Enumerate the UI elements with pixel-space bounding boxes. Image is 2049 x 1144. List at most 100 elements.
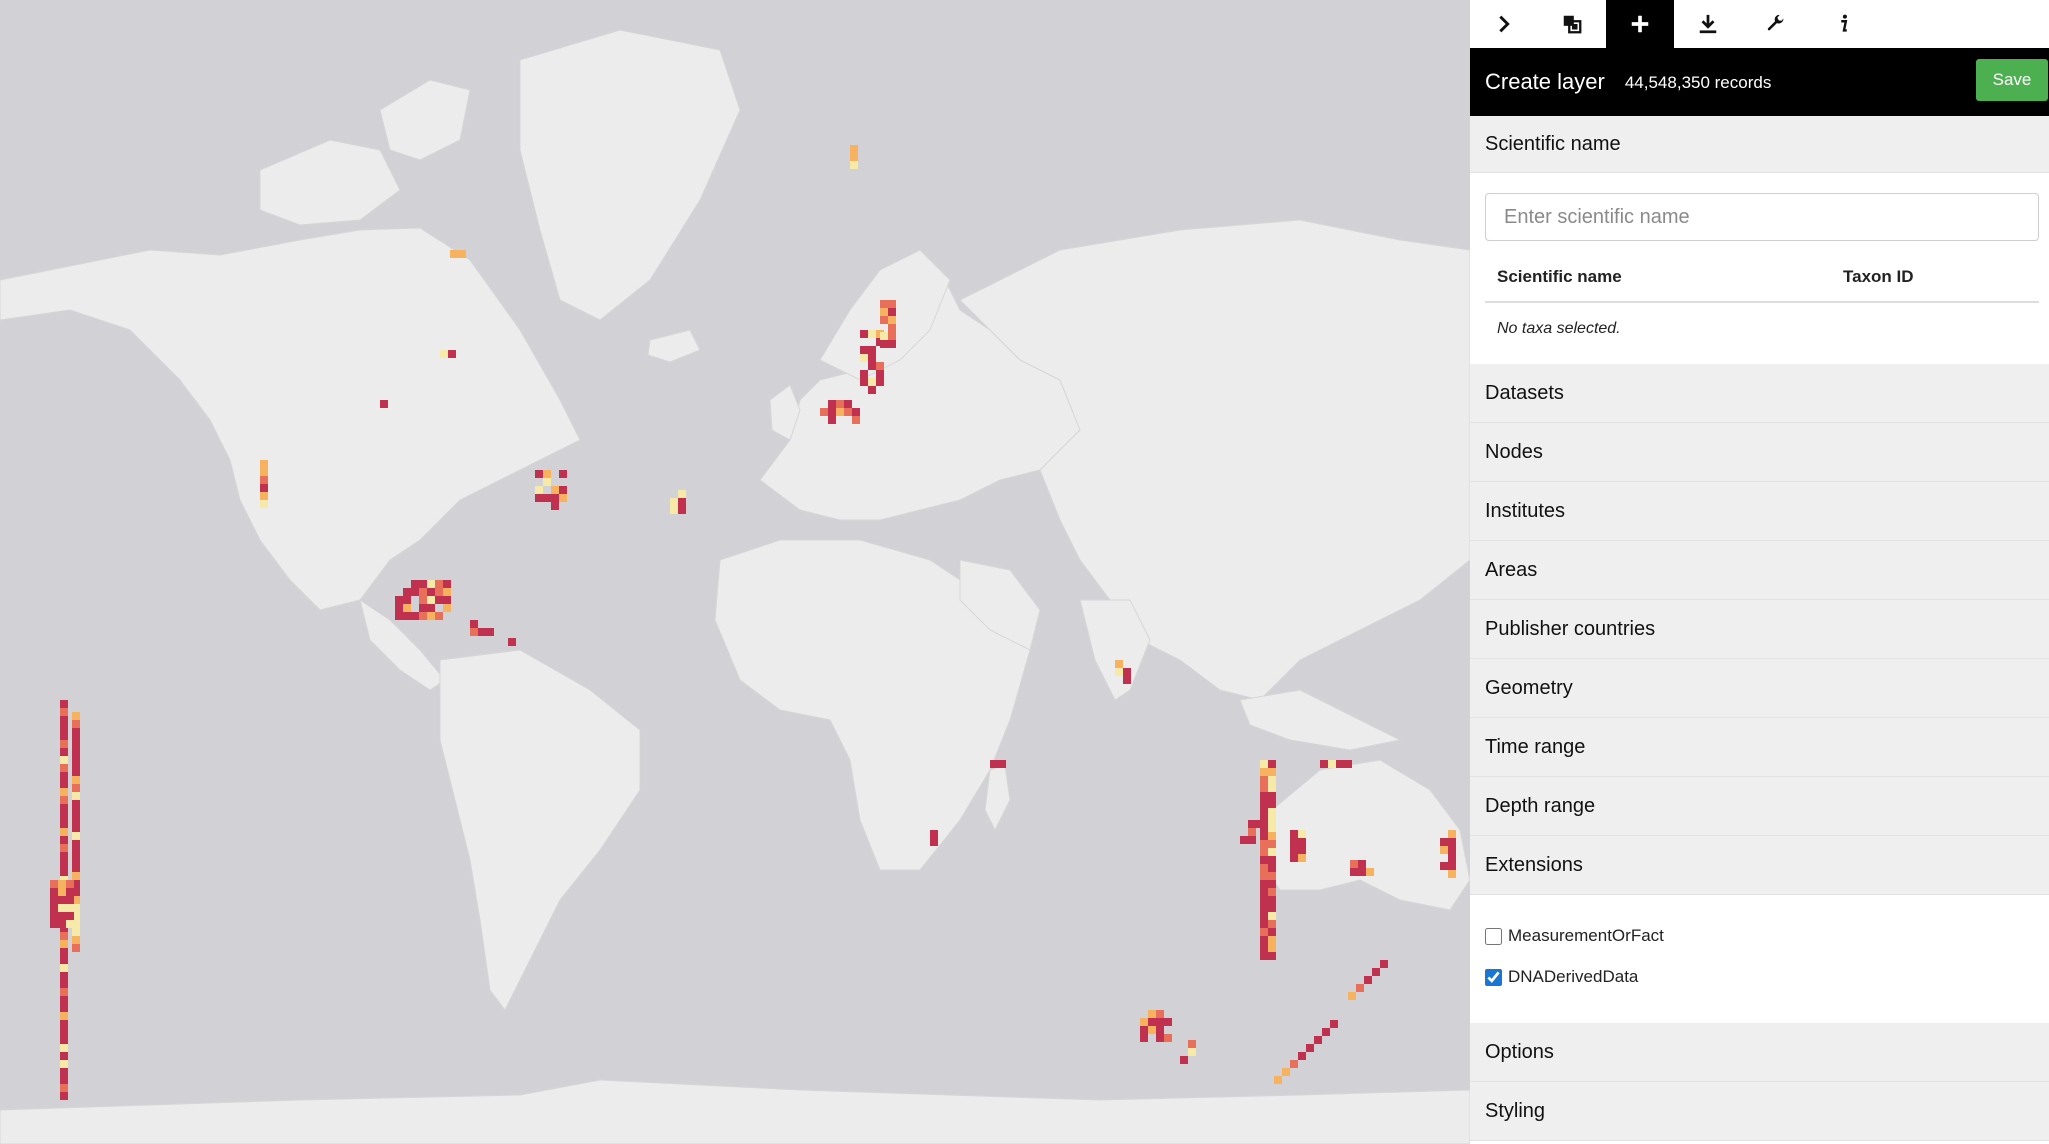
heat-cell [411, 588, 419, 596]
heat-cell [1290, 838, 1298, 846]
heat-cell [58, 904, 66, 912]
settings-button[interactable] [1742, 0, 1810, 48]
info-button[interactable] [1810, 0, 1878, 48]
heat-cell [1380, 960, 1388, 968]
heat-cell [1268, 816, 1276, 824]
section-time-range[interactable]: Time range [1470, 718, 2049, 777]
heat-cell [868, 346, 876, 354]
heat-cell [888, 340, 896, 348]
heat-cell [395, 596, 403, 604]
heat-cell [543, 470, 551, 478]
heat-cell [852, 416, 860, 424]
heat-cell [60, 1044, 68, 1052]
heat-cell [1148, 1010, 1156, 1018]
map-canvas[interactable] [0, 0, 1470, 1144]
create-layer-button[interactable] [1606, 0, 1674, 48]
section-geometry[interactable]: Geometry [1470, 659, 2049, 718]
heat-cell [1268, 904, 1276, 912]
heat-cell [72, 936, 80, 944]
heat-cell [72, 864, 80, 872]
heat-cell [880, 308, 888, 316]
heat-cell [543, 478, 551, 486]
layers-icon [1563, 15, 1582, 34]
section-datasets[interactable]: Datasets [1470, 364, 2049, 423]
heat-cell [1298, 854, 1306, 862]
section-areas[interactable]: Areas [1470, 541, 2049, 600]
dnaderiveddata-checkbox[interactable] [1485, 968, 1502, 986]
heat-cell [60, 988, 68, 996]
section-depth-range[interactable]: Depth range [1470, 777, 2049, 836]
heat-cell [1268, 808, 1276, 816]
heat-cell [860, 330, 868, 338]
heat-cell [1180, 1056, 1188, 1064]
section-options[interactable]: Options [1470, 1023, 2049, 1082]
heat-cell [448, 350, 456, 358]
heat-cell [72, 944, 80, 952]
heat-cell [72, 800, 80, 808]
heat-cell [1164, 1018, 1172, 1026]
heat-cell [60, 740, 68, 748]
heat-cell [1156, 1034, 1164, 1042]
heat-cell [828, 416, 836, 424]
layers-button[interactable] [1538, 0, 1606, 48]
section-scientific-name[interactable]: Scientific name [1470, 116, 2049, 173]
heat-cell [403, 588, 411, 596]
heat-cell [1290, 1060, 1298, 1068]
heat-cell [435, 612, 443, 620]
heat-cell [60, 828, 68, 836]
heat-cell [1268, 888, 1276, 896]
download-button[interactable] [1674, 0, 1742, 48]
heat-cell [72, 816, 80, 824]
heat-cell [1260, 896, 1268, 904]
section-publisher-countries[interactable]: Publisher countries [1470, 600, 2049, 659]
save-button[interactable]: Save [1976, 59, 2048, 101]
scientific-name-input[interactable] [1485, 193, 2039, 241]
heat-cell [478, 628, 486, 636]
heat-cell [260, 460, 268, 468]
heat-cell [60, 748, 68, 756]
heat-cell [535, 470, 543, 478]
heat-cell [1268, 824, 1276, 832]
heat-cell [443, 588, 451, 596]
heat-cell [486, 628, 494, 636]
plus-icon [1631, 15, 1649, 33]
heat-cell [60, 1004, 68, 1012]
chevron-right-icon [1499, 15, 1510, 33]
heat-cell [1298, 830, 1306, 838]
heat-cell [60, 772, 68, 780]
heat-cell [844, 408, 852, 416]
heat-cell [60, 820, 68, 828]
heat-cell [60, 812, 68, 820]
land-masses [0, 29, 1470, 1144]
section-extensions[interactable]: Extensions [1470, 836, 2049, 895]
section-styling[interactable]: Styling [1470, 1082, 2049, 1141]
heat-cell [670, 506, 678, 514]
heat-cell [888, 308, 896, 316]
heat-cell [930, 830, 938, 838]
extensions-body: MeasurementOrFact DNADerivedData [1470, 895, 2049, 1023]
heat-cell [427, 604, 435, 612]
heat-cell [998, 760, 1006, 768]
heat-cell [440, 350, 448, 358]
section-nodes[interactable]: Nodes [1470, 423, 2049, 482]
section-institutes[interactable]: Institutes [1470, 482, 2049, 541]
heat-cell [60, 996, 68, 1004]
heat-cell [72, 872, 80, 880]
heat-cell [860, 354, 868, 362]
extension-dnaderiveddata[interactable]: DNADerivedData [1485, 962, 2034, 992]
measurementorfact-checkbox[interactable] [1485, 927, 1502, 945]
heat-cell [60, 1092, 68, 1100]
heat-cell [1366, 868, 1374, 876]
heat-cell [72, 760, 80, 768]
heat-cell [60, 972, 68, 980]
heat-cell [260, 500, 268, 508]
heat-cell [60, 964, 68, 972]
heat-cell [1298, 846, 1306, 854]
heat-cell [60, 1084, 68, 1092]
extension-measurementorfact[interactable]: MeasurementOrFact [1485, 921, 2034, 951]
heat-cell [820, 408, 828, 416]
collapse-sidebar-button[interactable] [1470, 0, 1538, 48]
heat-cell [1260, 904, 1268, 912]
heat-cell [443, 596, 451, 604]
heat-cell [1348, 992, 1356, 1000]
